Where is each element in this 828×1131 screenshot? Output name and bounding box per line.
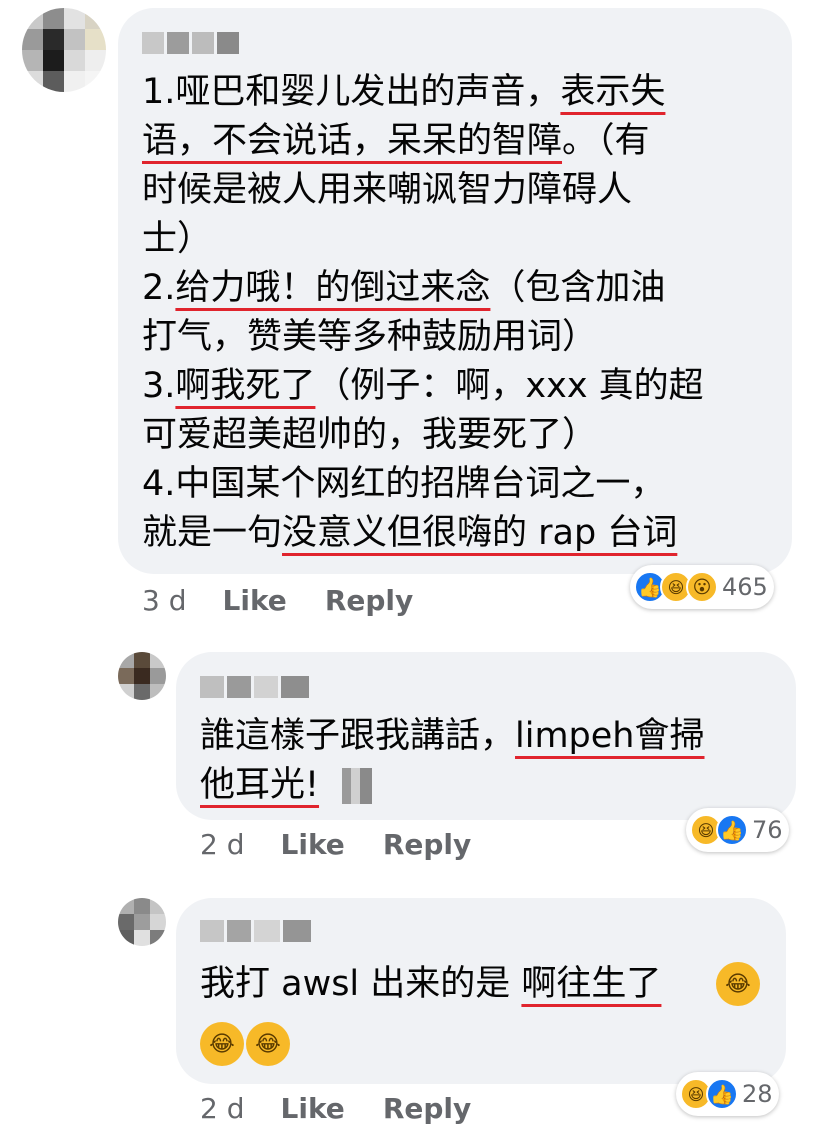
text-segment: 士） <box>142 219 213 259</box>
author-name[interactable] <box>200 676 312 698</box>
comment-actions: 3 d Like Reply <box>142 584 413 617</box>
comment-line: 时候是被人用来嘲讽智力障碍人 <box>142 166 704 215</box>
comment-line: 我打 awsl 出来的是 啊往生了 <box>200 960 661 1009</box>
underlined-text: 表示失 <box>560 72 666 112</box>
timestamp[interactable]: 2 d <box>200 1092 245 1125</box>
underlined-text: 啊往生了 <box>521 964 662 1004</box>
like-button[interactable]: Like <box>223 584 287 617</box>
text-segment: 我打 awsl 出来的是 <box>200 964 522 1004</box>
text-segment: 可爱超美超帅的，我要死了） <box>142 415 598 455</box>
text-segment: 。（有 <box>562 121 650 161</box>
comment-text: 誰這樣子跟我講話，limpeh會掃 他耳光! <box>200 712 705 810</box>
comment-text: 1.哑巴和婴儿发出的声音，表示失 语，不会说话，呆呆的智障。（有 时候是被人用来嘲讽… <box>142 68 704 558</box>
author-name[interactable] <box>142 32 240 54</box>
text-segment: 就是一句 <box>142 513 283 553</box>
comment-line: 4.中国某个网红的招牌台词之一， <box>142 460 704 509</box>
like-reaction-icon: 👍 <box>716 814 748 846</box>
like-reaction-icon: 👍 <box>706 1078 738 1110</box>
text-segment: 时候是被人用来嘲讽智力障碍人 <box>142 170 633 210</box>
underlined-text: 给力哦！的倒过来念 <box>175 268 491 308</box>
author-name[interactable] <box>200 920 314 942</box>
comment-line: 3.啊我死了（例子：啊，xxx 真的超 <box>142 362 704 411</box>
comment-actions: 2 d Like Reply <box>200 1092 471 1125</box>
reaction-count: 76 <box>752 816 783 844</box>
cry-laugh-emoji-icon: 😂 <box>200 1022 244 1066</box>
underlined-text: limpeh會掃 <box>515 716 705 756</box>
text-segment: 1.哑巴和婴儿发出的声音， <box>142 72 561 112</box>
reaction-summary[interactable]: 😆 👍 76 <box>686 808 789 852</box>
cry-laugh-emoji-icon: 😂 <box>716 962 760 1006</box>
like-button[interactable]: Like <box>281 828 345 861</box>
comment-actions: 2 d Like Reply <box>200 828 471 861</box>
blurred-text <box>342 768 372 804</box>
comment-text: 我打 awsl 出来的是 啊往生了 <box>200 960 661 1009</box>
cry-laugh-emoji-icon: 😂 <box>246 1022 290 1066</box>
text-segment: 打气，赞美等多种鼓励用词） <box>142 317 598 357</box>
avatar[interactable] <box>22 8 106 92</box>
text-segment: 2. <box>142 268 176 308</box>
text-segment: 3. <box>142 366 176 406</box>
text-segment: （例子：啊，xxx 真的超 <box>315 366 704 406</box>
comment-line: 打气，赞美等多种鼓励用词） <box>142 313 704 362</box>
reply-button[interactable]: Reply <box>325 584 413 617</box>
underlined-text: 语，不会说话，呆呆的智障 <box>142 121 563 161</box>
comment-line: 就是一句没意义但很嗨的 rap 台词 <box>142 509 704 558</box>
text-segment: （包含加油 <box>490 268 666 308</box>
text-segment: 4.中国某个网红的招牌台词之一， <box>142 464 666 504</box>
like-button[interactable]: Like <box>281 1092 345 1125</box>
reaction-count: 28 <box>742 1080 773 1108</box>
timestamp[interactable]: 2 d <box>200 828 245 861</box>
underlined-text: 他耳光! <box>200 765 320 805</box>
comment-line: 士） <box>142 215 704 264</box>
avatar[interactable] <box>118 898 166 946</box>
avatar[interactable] <box>118 652 166 700</box>
wow-reaction-icon: 😮 <box>686 571 718 603</box>
reaction-summary[interactable]: 😆 👍 28 <box>676 1072 779 1116</box>
reaction-count: 465 <box>722 573 768 601</box>
comment-line: 语，不会说话，呆呆的智障。（有 <box>142 117 704 166</box>
underlined-text: 啊我死了 <box>175 366 316 406</box>
comment-line: 可爱超美超帅的，我要死了） <box>142 411 704 460</box>
comment-line: 誰這樣子跟我講話，limpeh會掃 <box>200 712 705 761</box>
timestamp[interactable]: 3 d <box>142 584 187 617</box>
comment-line: 2.给力哦！的倒过来念（包含加油 <box>142 264 704 313</box>
reply-button[interactable]: Reply <box>383 1092 471 1125</box>
text-segment: 誰這樣子跟我講話， <box>200 716 516 756</box>
underlined-text: 没意义但很嗨的 rap 台词 <box>282 513 678 553</box>
comment-line: 他耳光! <box>200 761 705 810</box>
reply-button[interactable]: Reply <box>383 828 471 861</box>
reaction-summary[interactable]: 👍 😆 😮 465 <box>630 565 774 609</box>
comment-line: 1.哑巴和婴儿发出的声音，表示失 <box>142 68 704 117</box>
